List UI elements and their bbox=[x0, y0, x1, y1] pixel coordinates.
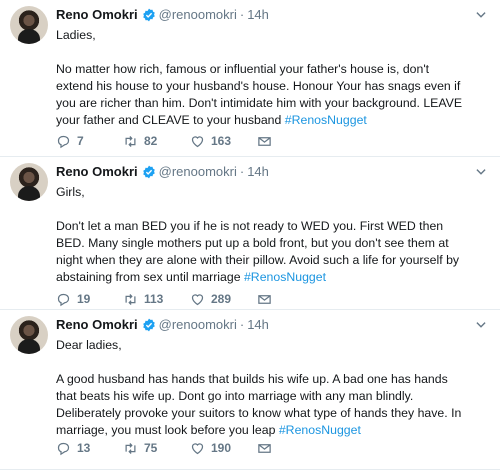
reply-button[interactable]: 7 bbox=[56, 134, 123, 149]
retweet-count: 75 bbox=[144, 441, 158, 455]
chevron-down-icon[interactable] bbox=[474, 165, 488, 179]
tweet-greeting: Girls, bbox=[56, 185, 85, 199]
hashtag-link[interactable]: #RenosNugget bbox=[285, 113, 367, 127]
avatar[interactable] bbox=[10, 163, 48, 201]
retweet-icon bbox=[125, 293, 136, 305]
retweet-button[interactable]: 82 bbox=[123, 134, 190, 149]
tweet[interactable]: Reno Omokri @renoomokri · 14h Dear ladie… bbox=[0, 310, 500, 470]
tweet-text: Girls, Don't let a man BED you if he is … bbox=[56, 184, 464, 286]
tweet-body: A good husband has hands that builds his… bbox=[56, 372, 462, 437]
reply-count: 13 bbox=[77, 441, 91, 455]
direct-message-icon bbox=[258, 294, 271, 304]
separator-dot: · bbox=[239, 164, 245, 179]
tweet-actions: 13 75 190 bbox=[56, 440, 324, 456]
retweet-icon bbox=[125, 442, 136, 454]
retweet-count: 113 bbox=[144, 292, 164, 306]
tweet-actions: 19 113 289 bbox=[56, 291, 324, 307]
tweet[interactable]: Reno Omokri @renoomokri · 14h Ladies, No… bbox=[0, 0, 500, 157]
like-button[interactable]: 163 bbox=[190, 134, 257, 149]
tweet-text: Dear ladies, A good husband has hands th… bbox=[56, 337, 464, 439]
timestamp[interactable]: 14h bbox=[247, 317, 269, 332]
tweet-header: Reno Omokri @renoomokri · 14h bbox=[56, 163, 464, 180]
tweet[interactable]: Reno Omokri @renoomokri · 14h Girls, Don… bbox=[0, 157, 500, 310]
tweet-timeline: Reno Omokri @renoomokri · 14h Ladies, No… bbox=[0, 0, 500, 470]
chevron-down-icon[interactable] bbox=[474, 318, 488, 332]
retweet-button[interactable]: 75 bbox=[123, 441, 190, 456]
tweet-text: Ladies, No matter how rich, famous or in… bbox=[56, 27, 464, 129]
author-handle[interactable]: @renoomokri bbox=[159, 7, 237, 22]
avatar[interactable] bbox=[10, 6, 48, 44]
verified-badge-icon bbox=[142, 318, 155, 331]
message-button[interactable] bbox=[257, 134, 324, 149]
heart-icon bbox=[191, 293, 204, 305]
reply-button[interactable]: 19 bbox=[56, 292, 123, 307]
hashtag-link[interactable]: #RenosNugget bbox=[244, 270, 326, 284]
author-handle[interactable]: @renoomokri bbox=[159, 317, 237, 332]
tweet-body: No matter how rich, famous or influentia… bbox=[56, 62, 463, 127]
avatar[interactable] bbox=[10, 316, 48, 354]
author-name[interactable]: Reno Omokri bbox=[56, 317, 138, 332]
reply-button[interactable]: 13 bbox=[56, 441, 123, 456]
tweet-header: Reno Omokri @renoomokri · 14h bbox=[56, 6, 464, 23]
retweet-count: 82 bbox=[144, 134, 158, 148]
like-count: 163 bbox=[211, 134, 232, 148]
message-button[interactable] bbox=[257, 441, 324, 456]
direct-message-icon bbox=[258, 443, 271, 453]
reply-icon bbox=[57, 293, 70, 306]
tweet-greeting: Dear ladies, bbox=[56, 338, 122, 352]
reply-icon bbox=[57, 135, 70, 148]
separator-dot: · bbox=[239, 7, 245, 22]
author-handle[interactable]: @renoomokri bbox=[159, 164, 237, 179]
heart-icon bbox=[191, 135, 204, 147]
hashtag-link[interactable]: #RenosNugget bbox=[279, 423, 361, 437]
separator-dot: · bbox=[239, 317, 245, 332]
timestamp[interactable]: 14h bbox=[247, 7, 269, 22]
reply-icon bbox=[57, 442, 70, 455]
tweet-header: Reno Omokri @renoomokri · 14h bbox=[56, 316, 464, 333]
retweet-icon bbox=[125, 135, 136, 147]
like-count: 190 bbox=[211, 441, 232, 455]
author-name[interactable]: Reno Omokri bbox=[56, 7, 138, 22]
retweet-button[interactable]: 113 bbox=[123, 292, 190, 307]
reply-count: 7 bbox=[77, 134, 84, 148]
timestamp[interactable]: 14h bbox=[247, 164, 269, 179]
message-button[interactable] bbox=[257, 292, 324, 307]
author-name[interactable]: Reno Omokri bbox=[56, 164, 138, 179]
like-count: 289 bbox=[211, 292, 232, 306]
like-button[interactable]: 190 bbox=[190, 441, 257, 456]
reply-count: 19 bbox=[77, 292, 91, 306]
like-button[interactable]: 289 bbox=[190, 292, 257, 307]
tweet-actions: 7 82 163 bbox=[56, 133, 324, 149]
direct-message-icon bbox=[258, 136, 271, 146]
heart-icon bbox=[191, 442, 204, 454]
tweet-greeting: Ladies, bbox=[56, 28, 96, 42]
verified-badge-icon bbox=[142, 165, 155, 178]
verified-badge-icon bbox=[142, 8, 155, 21]
chevron-down-icon[interactable] bbox=[474, 8, 488, 22]
